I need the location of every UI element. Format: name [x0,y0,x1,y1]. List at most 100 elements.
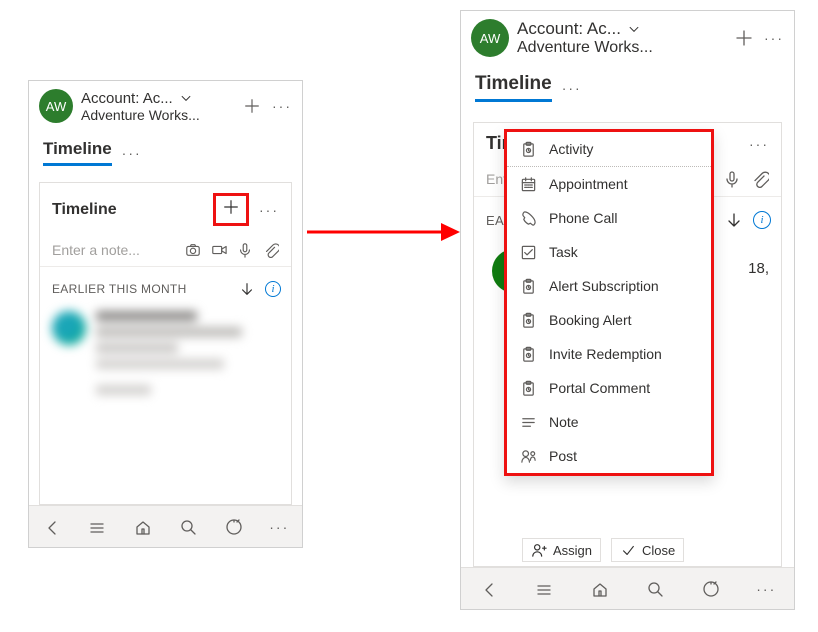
dropdown-item-task[interactable]: Task [507,235,711,269]
info-icon[interactable]: i [265,281,281,297]
dropdown-item-label: Invite Redemption [549,346,662,362]
timeline-group-label: EARLIER THIS MONTH [52,282,187,296]
sort-down-icon[interactable] [725,211,743,229]
dropdown-item-booking-alert[interactable]: Booking Alert [507,303,711,337]
dropdown-item-label: Alert Subscription [549,278,659,294]
nav-back-button[interactable] [40,518,64,536]
dropdown-item-label: Note [549,414,579,430]
dropdown-item-label: Phone Call [549,210,618,226]
video-icon[interactable] [211,242,227,258]
section-tabs: Timeline ··· [29,129,302,166]
clipboard-icon [519,140,537,158]
post-icon [519,447,537,465]
clipboard-icon [519,345,537,363]
note-input[interactable]: Enter a note... [52,242,185,258]
callout-arrow [305,220,460,244]
close-button[interactable]: Close [611,538,684,562]
header-subtitle: Adventure Works... [81,107,234,123]
blurred-text [96,311,279,395]
nav-overflow-button[interactable]: ··· [754,581,778,597]
nav-home-button[interactable] [131,518,155,536]
check-icon [620,542,636,558]
assign-icon [531,542,547,558]
tabs-overflow-button[interactable]: ··· [122,145,142,161]
mic-icon[interactable] [237,242,253,258]
note-icon [519,413,537,431]
dropdown-item-portal-comment[interactable]: Portal Comment [507,371,711,405]
mic-icon[interactable] [723,170,741,188]
tab-timeline[interactable]: Timeline [43,139,112,166]
timeline-overflow-button[interactable]: ··· [259,202,279,218]
dropdown-item-post[interactable]: Post [507,439,711,473]
attachment-icon[interactable] [751,170,769,188]
nav-overflow-button[interactable]: ··· [267,519,291,535]
task-icon [519,243,537,261]
dropdown-item-label: Appointment [549,176,628,192]
tab-timeline[interactable]: Timeline [475,73,552,102]
header-text: Account: Ac... Adventure Works... [81,90,234,123]
header-text: Account: Ac... Adventure Works... [517,19,726,57]
header: AW Account: Ac... Adventure Works... ··· [461,11,794,63]
attachment-icon[interactable] [263,242,279,258]
info-icon[interactable]: i [753,211,771,229]
bottom-nav: ··· [461,567,794,609]
nav-menu-button[interactable] [85,518,109,536]
chevron-down-icon[interactable] [627,22,641,36]
header-add-button[interactable] [242,96,262,116]
dropdown-item-label: Task [549,244,578,260]
timeline-card: Tim ··· Ente EAR i KA [473,122,782,567]
plus-icon [222,198,240,216]
header-title[interactable]: Account: Ac... [517,19,621,39]
nav-search-button[interactable] [643,580,667,598]
clipboard-icon [519,379,537,397]
header-subtitle: Adventure Works... [517,39,726,57]
header-title[interactable]: Account: Ac... [81,90,173,107]
dropdown-item-note[interactable]: Note [507,405,711,439]
dropdown-item-activity[interactable]: Activity [507,132,711,167]
nav-back-button[interactable] [477,580,501,598]
chevron-down-icon[interactable] [179,91,193,105]
dropdown-item-alert-subscription[interactable]: Alert Subscription [507,269,711,303]
clipboard-icon [519,311,537,329]
nav-explore-button[interactable] [222,518,246,536]
add-activity-dropdown: Activity Appointment Phone Call Task Alert S… [504,129,714,476]
nav-search-button[interactable] [176,518,200,536]
mobile-screenshot-closed: AW Account: Ac... Adventure Works... ···… [28,80,303,548]
dropdown-item-label: Post [549,448,577,464]
nav-menu-button[interactable] [532,580,556,598]
dropdown-item-invite-redemption[interactable]: Invite Redemption [507,337,711,371]
header-overflow-button[interactable]: ··· [272,96,292,116]
assign-button[interactable]: Assign [522,538,601,562]
account-avatar[interactable]: AW [471,19,509,57]
header-add-button[interactable] [734,28,754,48]
close-label: Close [642,543,675,558]
timeline-overflow-button[interactable]: ··· [749,136,769,152]
camera-icon[interactable] [185,242,201,258]
dropdown-item-appointment[interactable]: Appointment [507,167,711,201]
dropdown-item-label: Booking Alert [549,312,632,328]
clipboard-icon [519,277,537,295]
tabs-overflow-button[interactable]: ··· [562,80,582,96]
mobile-screenshot-dropdown: AW Account: Ac... Adventure Works... ···… [460,10,795,610]
action-buttons-row: Assign Close [522,538,684,562]
section-tabs: Timeline ··· [461,63,794,102]
dropdown-item-label: Portal Comment [549,380,650,396]
nav-explore-button[interactable] [699,580,723,598]
header: AW Account: Ac... Adventure Works... ··· [29,81,302,129]
assign-label: Assign [553,543,592,558]
add-activity-button-highlighted[interactable] [213,193,249,226]
dropdown-item-label: Activity [549,141,593,157]
timeline-item-blurred [40,303,291,403]
phone-icon [519,209,537,227]
calendar-icon [519,175,537,193]
nav-home-button[interactable] [588,580,612,598]
avatar [52,311,86,345]
dropdown-item-phone-call[interactable]: Phone Call [507,201,711,235]
bottom-nav: ··· [29,505,302,547]
account-avatar[interactable]: AW [39,89,73,123]
sort-down-icon[interactable] [239,281,255,297]
timeline-card: Timeline ··· Enter a note... EARLIER THI… [39,182,292,505]
timeline-title: Timeline [52,201,117,219]
trailing-date-text: 18, [748,260,769,277]
header-overflow-button[interactable]: ··· [764,28,784,48]
